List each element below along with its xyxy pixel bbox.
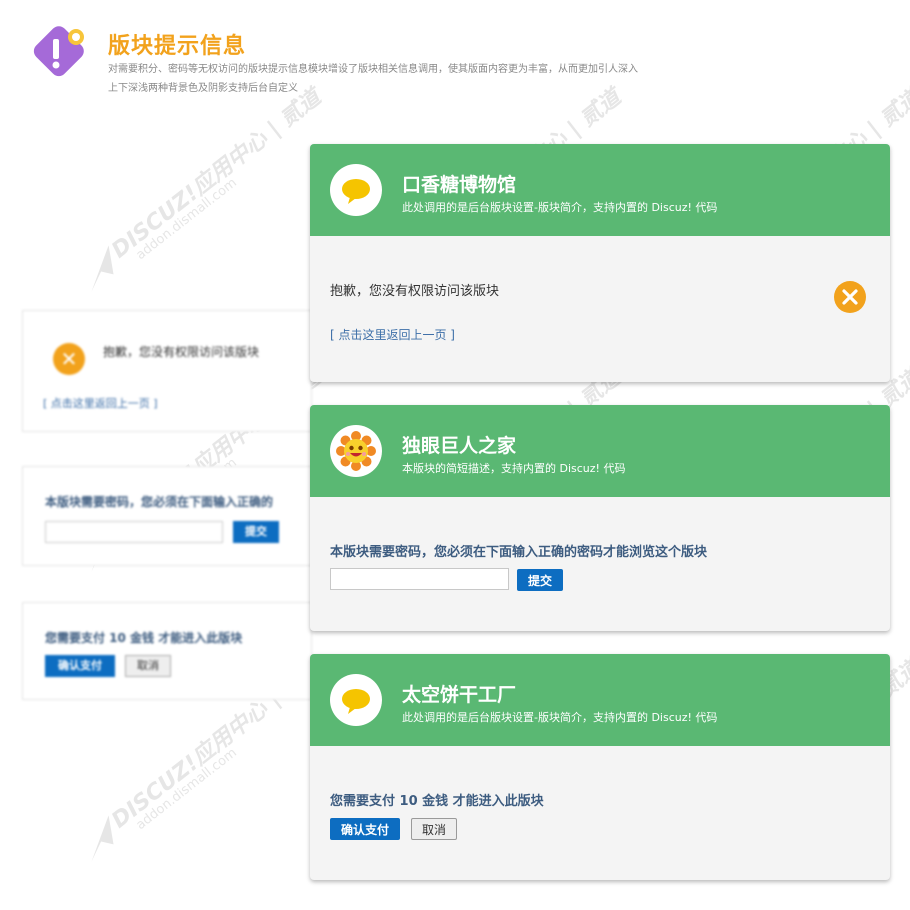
cancel-button[interactable]: 取消 bbox=[411, 818, 457, 840]
preview-error-message: 抱歉，您没有权限访问该版块 bbox=[103, 345, 260, 359]
forum-card-payment: 太空饼干工厂 此处调用的是后台版块设置-版块简介，支持内置的 Discuz! 代… bbox=[310, 654, 890, 880]
card-title: 口香糖博物馆 bbox=[402, 174, 517, 196]
page-description: 对需要积分、密码等无权访问的版块提示信息模块增设了版块相关信息调用，使其版面内容… bbox=[108, 60, 708, 98]
page-title: 版块提示信息 bbox=[108, 34, 247, 59]
preview-back-link: [ 点击这里返回上一页 ] bbox=[43, 397, 158, 410]
forum-card-no-permission: 口香糖博物馆 此处调用的是后台版块设置-版块简介，支持内置的 Discuz! 代… bbox=[310, 144, 890, 382]
close-icon: ✕ bbox=[53, 343, 85, 375]
payment-message: 您需要支付 10 金钱 才能进入此版块 bbox=[330, 794, 544, 809]
watermark: DISCUZ!应用中心 | 贰道 addon.dismall.com bbox=[44, 85, 326, 337]
confirm-pay-button[interactable]: 确认支付 bbox=[330, 818, 400, 840]
preview-pay-box: 您需要支付 10 金钱 才能进入此版块 确认支付 取消 bbox=[22, 602, 312, 700]
page-description-line: 上下深浅两种背景色及阴影支持后台自定义 bbox=[108, 83, 298, 94]
card-header: 口香糖博物馆 此处调用的是后台版块设置-版块简介，支持内置的 Discuz! 代… bbox=[310, 144, 890, 236]
close-icon bbox=[834, 281, 866, 313]
password-message: 本版块需要密码，您必须在下面输入正确的密码才能浏览这个版块 bbox=[330, 545, 708, 560]
preview-password-input bbox=[45, 521, 223, 543]
card-subtitle: 此处调用的是后台版块设置-版块简介，支持内置的 Discuz! 代码 bbox=[402, 711, 718, 724]
preview-password-message: 本版块需要密码，您必须在下面输入正确的 bbox=[45, 495, 274, 509]
preview-submit-button: 提交 bbox=[233, 521, 279, 543]
card-title: 独眼巨人之家 bbox=[402, 435, 517, 457]
preview-error-box: ✕ 抱歉，您没有权限访问该版块 [ 点击这里返回上一页 ] bbox=[22, 310, 312, 432]
card-subtitle: 本版块的简短描述，支持内置的 Discuz! 代码 bbox=[402, 462, 626, 475]
info-badge-icon bbox=[26, 20, 90, 84]
card-header: 太空饼干工厂 此处调用的是后台版块设置-版块简介，支持内置的 Discuz! 代… bbox=[310, 654, 890, 746]
chat-bubble-icon bbox=[330, 164, 382, 216]
preview-password-box: 本版块需要密码，您必须在下面输入正确的 提交 bbox=[22, 466, 312, 566]
password-input[interactable] bbox=[330, 568, 509, 590]
card-subtitle: 此处调用的是后台版块设置-版块简介，支持内置的 Discuz! 代码 bbox=[402, 201, 718, 214]
preview-confirm-button: 确认支付 bbox=[45, 655, 115, 677]
error-message: 抱歉，您没有权限访问该版块 bbox=[330, 284, 500, 299]
forum-card-password: 独眼巨人之家 本版块的简短描述，支持内置的 Discuz! 代码 本版块需要密码… bbox=[310, 405, 890, 631]
page-description-line: 对需要积分、密码等无权访问的版块提示信息模块增设了版块相关信息调用，使其版面内容… bbox=[108, 64, 638, 75]
sun-face-icon bbox=[330, 425, 382, 477]
card-title: 太空饼干工厂 bbox=[402, 684, 517, 706]
submit-button[interactable]: 提交 bbox=[517, 569, 563, 591]
preview-pay-message: 您需要支付 10 金钱 才能进入此版块 bbox=[45, 631, 243, 645]
card-header: 独眼巨人之家 本版块的简短描述，支持内置的 Discuz! 代码 bbox=[310, 405, 890, 497]
preview-cancel-button: 取消 bbox=[125, 655, 171, 677]
back-link[interactable]: [ 点击这里返回上一页 ] bbox=[330, 326, 455, 343]
chat-bubble-icon bbox=[330, 674, 382, 726]
